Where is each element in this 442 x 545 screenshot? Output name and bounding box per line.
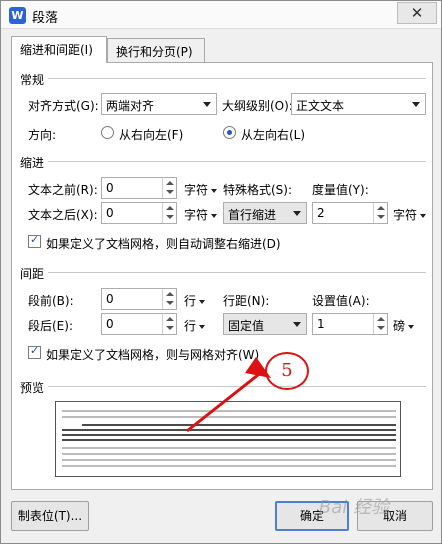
tabs-button[interactable]: 制表位(T)... xyxy=(11,501,89,531)
paragraph-dialog: W 段落 ✕ 缩进和间距(I) 换行和分页(P) 常规 对齐方式(G): 两端对… xyxy=(0,0,442,544)
tab-indent-spacing[interactable]: 缩进和间距(I) xyxy=(11,36,107,63)
step-number-annotation: 5 xyxy=(265,352,309,390)
annotation-arrow xyxy=(186,357,271,433)
watermark: Bai 经验 xyxy=(318,497,389,518)
